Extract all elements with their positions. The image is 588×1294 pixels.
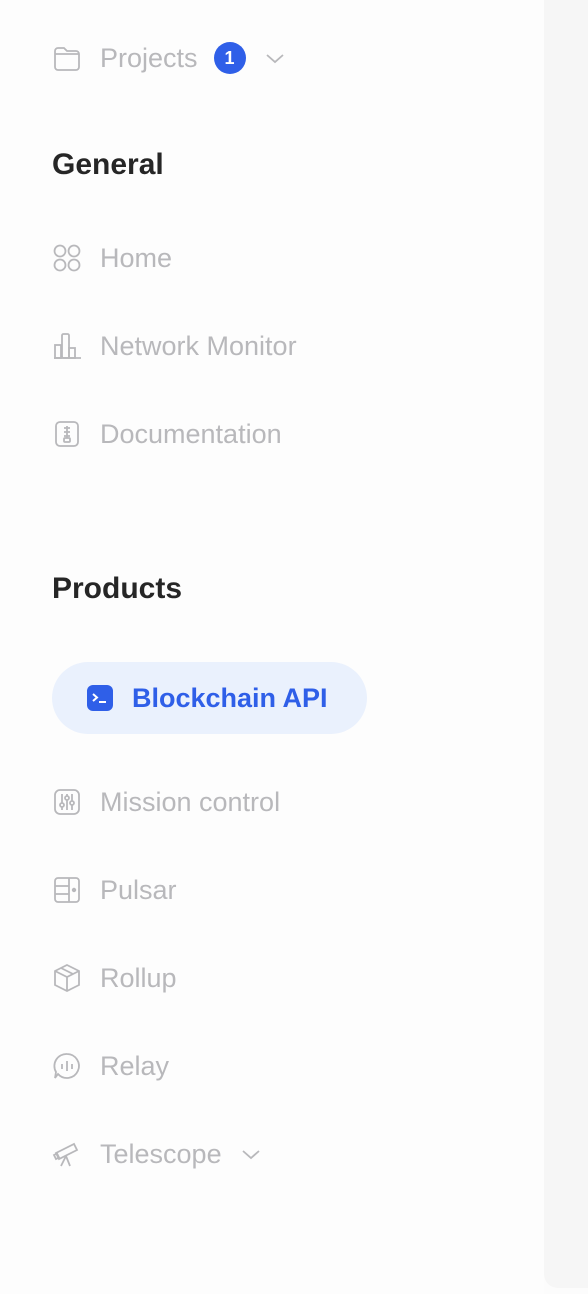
sidebar-item-label: Rollup bbox=[100, 962, 177, 993]
sidebar: Projects 1 General Home Network Monitor bbox=[0, 0, 544, 1294]
sidebar-item-label: Home bbox=[100, 242, 173, 273]
projects-count-badge: 1 bbox=[213, 42, 246, 74]
sidebar-item-home[interactable]: Home bbox=[52, 236, 172, 280]
sidebar-item-telescope[interactable]: Telescope bbox=[52, 1132, 262, 1176]
stack-icon bbox=[52, 875, 82, 905]
terminal-icon bbox=[86, 684, 114, 712]
sidebar-item-label: Blockchain API bbox=[132, 682, 328, 713]
sidebar-item-network-monitor[interactable]: Network Monitor bbox=[52, 324, 297, 368]
sidebar-item-label: Documentation bbox=[100, 418, 282, 449]
sidebar-item-relay[interactable]: Relay bbox=[52, 1044, 169, 1088]
sidebar-item-blockchain-api[interactable]: Blockchain API bbox=[52, 662, 367, 734]
sidebar-item-label: Relay bbox=[100, 1050, 170, 1081]
document-icon bbox=[52, 419, 82, 449]
sidebar-item-label: Telescope bbox=[100, 1138, 222, 1169]
cube-icon bbox=[52, 963, 82, 993]
sidebar-item-label: Mission control bbox=[100, 786, 281, 817]
sidebar-item-label: Network Monitor bbox=[100, 330, 297, 361]
sliders-icon bbox=[52, 787, 82, 817]
sidebar-item-pulsar[interactable]: Pulsar bbox=[52, 868, 177, 912]
projects-label: Projects bbox=[100, 42, 198, 73]
section-title-general: General bbox=[52, 148, 164, 181]
sidebar-item-rollup[interactable]: Rollup bbox=[52, 956, 177, 1000]
folder-icon bbox=[52, 43, 82, 73]
main-content-area bbox=[544, 0, 588, 1288]
chat-wave-icon bbox=[52, 1051, 82, 1081]
telescope-icon bbox=[52, 1139, 82, 1169]
chevron-down-icon[interactable] bbox=[240, 1143, 262, 1165]
section-title-products: Products bbox=[52, 572, 183, 605]
sidebar-item-documentation[interactable]: Documentation bbox=[52, 412, 282, 456]
projects-dropdown[interactable]: Projects 1 bbox=[52, 36, 286, 80]
bar-chart-icon bbox=[52, 331, 82, 361]
sidebar-item-mission-control[interactable]: Mission control bbox=[52, 780, 280, 824]
sidebar-item-label: Pulsar bbox=[100, 874, 177, 905]
chevron-down-icon[interactable] bbox=[264, 47, 286, 69]
grid-circles-icon bbox=[52, 243, 82, 273]
